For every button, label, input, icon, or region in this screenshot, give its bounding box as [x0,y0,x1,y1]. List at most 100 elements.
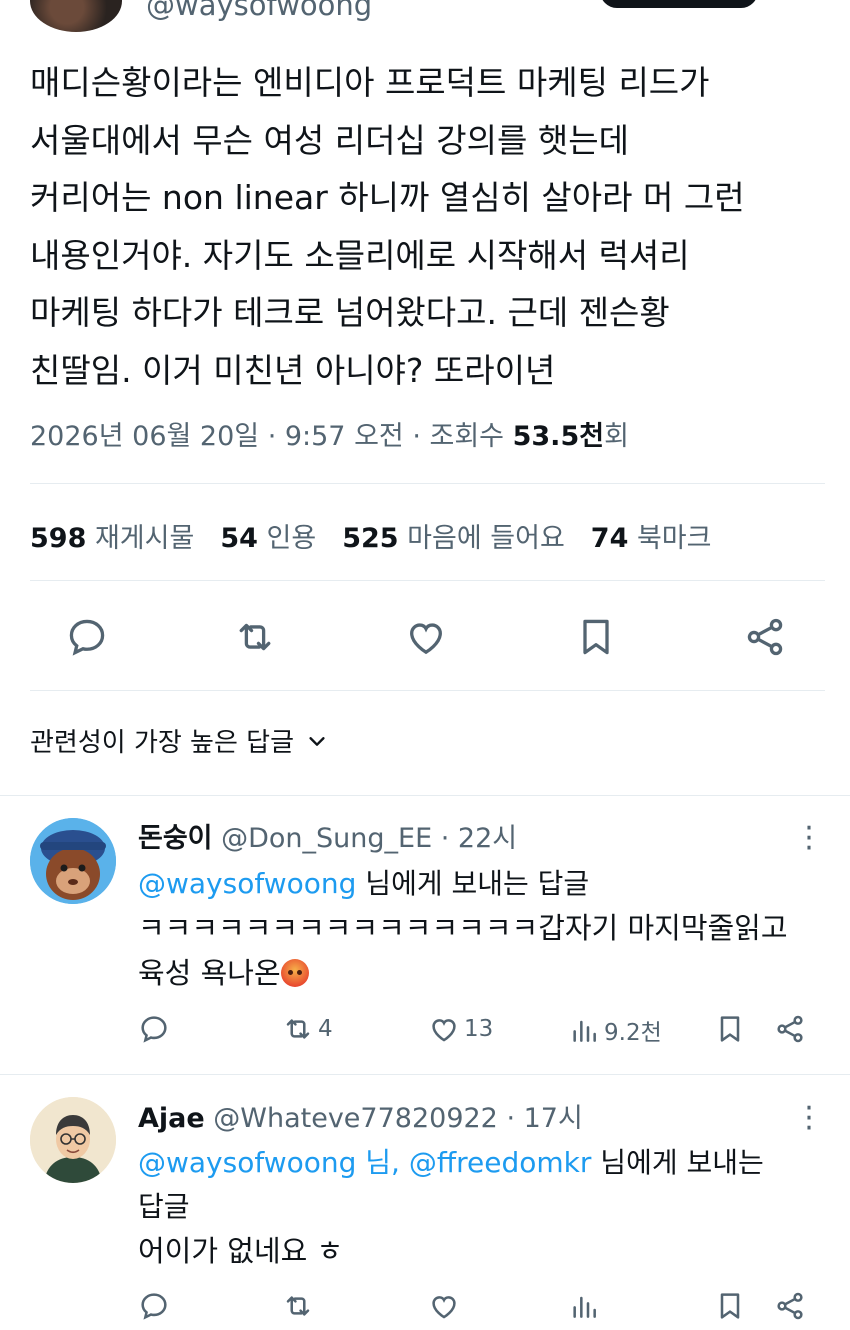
engagement-stats: 598 재게시물 54 인용 525 마음에 들어요 74 북마크 [30,516,712,555]
tweet-line: 마케팅 하다가 테크로 넘어왔다고. 근데 젠슨황 [30,293,670,333]
divider [30,483,825,484]
divider [0,795,850,796]
mention-link[interactable]: @waysofwoong 님, @ffreedomkr [138,1146,591,1179]
bookmark-icon [583,619,609,655]
reply-reply-button[interactable] [138,1290,170,1322]
reply-views-button[interactable]: 9.2천 [568,1013,662,1047]
reply-like-button[interactable]: 13 [428,1013,493,1045]
reply-actions [0,1290,850,1330]
bookmark-button[interactable] [573,614,619,660]
reply-author-handle[interactable]: @Don_Sung_EE [221,823,432,854]
angry-face-emoji-icon [280,959,309,987]
reply-bookmark-button[interactable] [714,1290,746,1322]
reply-like-button[interactable] [428,1290,460,1322]
divider [30,580,825,581]
bookmark-icon [720,1016,740,1042]
reply-author-name[interactable]: 돈숭이 [138,823,213,854]
reply-icon [141,1293,167,1320]
tweet-meta: 2026년 06월 20일 · 9:57 오전 · 조회수 53.5천회 [30,414,629,453]
reply-reply-button[interactable] [138,1013,170,1045]
author-handle[interactable]: @waysofwoong [146,0,372,22]
reply-share-button[interactable] [774,1013,806,1045]
share-button[interactable] [742,614,788,660]
author-avatar[interactable] [30,0,122,32]
stat-count: 54 [220,523,258,554]
follow-button[interactable] [600,0,758,8]
like-icon [432,1296,456,1319]
reply-actions: 4 13 9.2천 [0,1013,850,1053]
tweet-line: 내용인거야. 자기도 소믈리에로 시작해서 럭셔리 [30,235,690,275]
reply-views-button[interactable] [568,1290,600,1322]
like-icon [432,1019,456,1042]
avatar[interactable] [30,1097,116,1183]
tweet-line: 커리어는 non linear 하니까 열심히 살아라 머 그런 [30,178,745,218]
like-count: 13 [464,1016,494,1042]
man-avatar-image [30,1097,116,1183]
stat-count: 525 [342,523,399,554]
reply-share-button[interactable] [774,1290,806,1322]
stat-label: 재게시물 [94,523,195,554]
mention-link[interactable]: @waysofwoong [138,867,356,900]
share-icon [777,1015,803,1043]
reply-icon [69,619,105,656]
reply-sort-selector[interactable]: 관련성이 가장 높은 답글 [30,722,328,759]
reply-icon [141,1016,167,1043]
more-options-icon[interactable]: · · · [804,1094,814,1144]
stat-likes[interactable]: 525 마음에 들어요 [342,516,565,555]
replying-to: @waysofwoong 님에게 보내는 답글 [138,862,589,902]
reply-text: 어이가 없네요 ㅎ [138,1229,343,1274]
share-icon [777,1292,803,1320]
tweet-text: 매디슨황이라는 엔비디아 프로덕트 마케팅 리드가 서울대에서 무슨 여성 리더… [30,54,830,400]
reply-time[interactable]: · 17시 [506,1103,582,1134]
tweet-line: 서울대에서 무슨 여성 리더십 강의를 햇는데 [30,120,629,160]
stat-count: 598 [30,523,87,554]
reply-header: Ajae @Whateve77820922 · 17시 [138,1096,583,1135]
reply-retweet-button[interactable]: 4 [282,1013,333,1045]
view-count: 9.2천 [604,1020,662,1046]
stat-label: 북마크 [636,523,712,554]
stat-count: 74 [590,523,629,554]
replying-to-line2: 답글 [138,1190,190,1223]
tweet-line: 친딸임. 이거 미친년 아니야? 또라이년 [30,350,556,390]
divider [0,1074,850,1075]
reply-button[interactable] [64,614,110,660]
like-button[interactable] [403,614,449,660]
divider [30,690,825,691]
sort-label: 관련성이 가장 높은 답글 [30,728,294,758]
reply-header: 돈숭이 @Don_Sung_EE · 22시 [138,816,517,855]
avatar[interactable] [30,818,116,904]
retweet-icon [286,1296,310,1316]
like-icon [410,623,442,655]
reply-line: 어이가 없네요 ㅎ [138,1234,344,1268]
reply-line-with-emoji: 육성 욕나온 [138,951,788,996]
reply-author-handle[interactable]: @Whateve77820922 [213,1103,498,1134]
view-count: 53.5천 [512,421,605,452]
share-icon [747,618,783,656]
retweet-icon [286,1019,310,1039]
more-options-icon[interactable]: · · · [804,814,814,864]
reply-author-name[interactable]: Ajae [138,1103,205,1134]
reply-bookmark-button[interactable] [714,1013,746,1045]
stat-bookmarks[interactable]: 74 북마크 [591,516,712,555]
replying-to-suffix: 님에게 보내는 답글 [356,867,590,900]
chevron-down-icon [309,736,325,746]
replying-to-suffix: 님에게 보내는 [591,1146,764,1179]
stat-label: 인용 [266,523,317,554]
views-bar-chart-icon [573,1020,596,1042]
reply-time[interactable]: · 22시 [441,823,517,854]
stat-reposts[interactable]: 598 재게시물 [30,516,194,555]
reply-text: ㅋㅋㅋㅋㅋㅋㅋㅋㅋㅋㅋㅋㅋㅋㅋ갑자기 마지막줄읽고 육성 욕나온 [138,906,788,996]
reply-retweet-button[interactable] [282,1290,314,1322]
reply-line: 육성 욕나온 [138,956,281,990]
stat-label: 마음에 들어요 [407,523,565,554]
stat-quotes[interactable]: 54 인용 [220,516,316,555]
retweet-button[interactable] [232,614,278,660]
views-bar-chart-icon [573,1296,596,1318]
tweet-timestamp[interactable]: 2026년 06월 20일 · 9:57 오전 · 조회수 [30,421,513,452]
reply-line: ㅋㅋㅋㅋㅋㅋㅋㅋㅋㅋㅋㅋㅋㅋㅋ갑자기 마지막줄읽고 [138,911,788,945]
replying-to: @waysofwoong 님, @ffreedomkr 님에게 보내는 [138,1141,764,1181]
monkey-avatar-image [30,818,116,904]
view-suffix: 회 [604,421,629,452]
retweet-icon [239,623,271,651]
bookmark-icon [720,1293,740,1319]
